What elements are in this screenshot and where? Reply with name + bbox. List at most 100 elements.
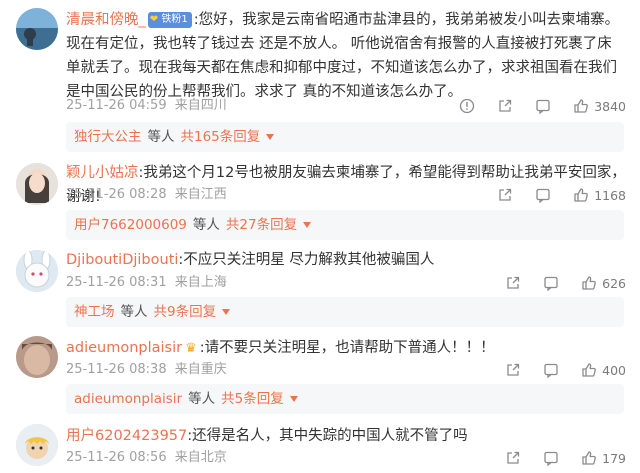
comment-location: 来自北京: [174, 450, 227, 465]
reply-total[interactable]: 共27条回复: [226, 217, 297, 233]
comment-meta: 25-11-26 08:31 来自上海: [66, 273, 227, 293]
reply-username[interactable]: 用户7662000609: [74, 217, 187, 233]
comment-username[interactable]: 清晨和傍晚_: [66, 12, 146, 28]
comment-location: 来自重庆: [174, 362, 227, 377]
comment-actions: 179: [483, 448, 626, 468]
fan-badge-label: 铁粉1: [161, 14, 188, 25]
like-count: 400: [602, 362, 626, 378]
comment-meta: 25-11-26 08:56 来自北京: [66, 448, 227, 468]
comment-meta: 25-11-26 08:38 来自重庆: [66, 360, 227, 380]
caret-down-icon: [266, 134, 275, 140]
avatar[interactable]: [16, 250, 58, 292]
comment-location: 来自江西: [174, 187, 227, 202]
comment-text: :不应只关注明星 尽力解救其他被骗国人: [178, 252, 435, 268]
share-button[interactable]: [497, 98, 513, 114]
share-icon: [507, 451, 520, 464]
crown-icon: ♛: [185, 341, 197, 356]
heart-icon: ❤: [149, 14, 159, 25]
like-count: 179: [602, 450, 626, 466]
share-button[interactable]: [505, 450, 521, 466]
reply-mid: 等人: [188, 391, 216, 407]
like-count: 626: [602, 275, 626, 291]
avatar-portrait-image: [16, 163, 58, 205]
share-icon: [499, 188, 512, 201]
reply-username[interactable]: 独行大公主: [74, 129, 142, 145]
share-button[interactable]: [505, 275, 521, 291]
caret-down-icon: [303, 222, 312, 228]
comment-icon: [536, 188, 550, 203]
share-button[interactable]: [505, 362, 521, 378]
avatar-anime-image: [16, 250, 58, 292]
avatar-portrait-image: [16, 336, 58, 378]
comment-body: adieumonplaisir ♛:请不要只关注明星，也请帮助下普通人！！！: [66, 336, 626, 361]
reply-username[interactable]: adieumonplaisir: [74, 391, 182, 407]
comment-actions: 400: [483, 360, 626, 380]
reply-summary[interactable]: 用户7662000609 等人 共27条回复: [66, 210, 624, 240]
comment-button[interactable]: [535, 98, 551, 114]
like-icon: [582, 451, 597, 465]
comment-button[interactable]: [543, 450, 559, 466]
comment-date: 25-11-26 08:56: [66, 450, 167, 465]
caret-down-icon: [222, 309, 231, 315]
avatar-cartoon-image: [16, 424, 58, 466]
reply-username[interactable]: 神工场: [74, 304, 115, 320]
comment-username[interactable]: DjiboutiDjibouti: [66, 252, 178, 268]
comment-location: 来自上海: [174, 275, 227, 290]
fan-badge: ❤ 铁粉1: [147, 12, 192, 28]
like-count: 1168: [594, 187, 626, 203]
reply-mid: 等人: [192, 217, 220, 233]
like-icon: [574, 99, 589, 113]
comment-text: :请不要只关注明星，也请帮助下普通人！！！: [199, 340, 495, 356]
comment-body: DjiboutiDjibouti:不应只关注明星 尽力解救其他被骗国人: [66, 248, 626, 272]
reply-summary[interactable]: 独行大公主 等人 共165条回复: [66, 122, 624, 152]
comment-button[interactable]: [543, 362, 559, 378]
comment-actions: 3840: [437, 96, 626, 116]
comment-meta: 25-11-26 04:59 来自四川: [66, 96, 227, 116]
reply-total[interactable]: 共5条回复: [221, 391, 284, 407]
share-icon: [499, 99, 512, 112]
comment-actions: 1168: [475, 185, 626, 205]
comment-body: 清晨和傍晚_ ❤ 铁粉1:您好，我家是云南省昭通市盐津县的，我弟弟被发小叫去柬埔寨…: [66, 8, 626, 104]
comment-username[interactable]: 颖儿小姑凉: [66, 165, 139, 181]
avatar-landscape-image: [16, 8, 58, 50]
reply-summary[interactable]: adieumonplaisir 等人 共5条回复: [66, 384, 624, 414]
share-icon: [507, 276, 520, 289]
like-icon: [574, 188, 589, 202]
comment-username[interactable]: adieumonplaisir: [66, 340, 182, 356]
comment-body: 用户6202423957:还得是名人，其中失踪的中国人就不管了吗: [66, 424, 626, 448]
like-button[interactable]: 626: [581, 275, 626, 291]
reply-mid: 等人: [120, 304, 148, 320]
reply-summary[interactable]: 神工场 等人 共9条回复: [66, 297, 624, 327]
avatar[interactable]: [16, 163, 58, 205]
report-icon: [460, 98, 475, 114]
avatar[interactable]: [16, 8, 58, 50]
reply-total[interactable]: 共9条回复: [154, 304, 217, 320]
comment-actions: 626: [483, 273, 626, 293]
report-button[interactable]: [459, 98, 475, 114]
comment-location: 来自四川: [174, 98, 227, 113]
share-icon: [507, 363, 520, 376]
like-button[interactable]: 400: [581, 362, 626, 378]
caret-down-icon: [289, 396, 298, 402]
reply-total[interactable]: 共165条回复: [181, 129, 261, 145]
comment-icon: [544, 276, 558, 291]
comment-date: 25-11-26 08:28: [66, 187, 167, 202]
like-count: 3840: [594, 98, 626, 114]
like-button[interactable]: 179: [581, 450, 626, 466]
comment-button[interactable]: [535, 187, 551, 203]
reply-mid: 等人: [147, 129, 175, 145]
comment-date: 25-11-26 08:31: [66, 275, 167, 290]
like-icon: [582, 363, 597, 377]
comment-button[interactable]: [543, 275, 559, 291]
avatar[interactable]: [16, 424, 58, 466]
comment-icon: [536, 99, 550, 114]
comment-username[interactable]: 用户6202423957: [66, 428, 187, 444]
share-button[interactable]: [497, 187, 513, 203]
like-icon: [582, 276, 597, 290]
like-button[interactable]: 1168: [573, 187, 626, 203]
comment-date: 25-11-26 04:59: [66, 98, 167, 113]
avatar[interactable]: [16, 336, 58, 378]
comment-icon: [544, 363, 558, 378]
like-button[interactable]: 3840: [573, 98, 626, 114]
comment-text: :还得是名人，其中失踪的中国人就不管了吗: [187, 428, 468, 444]
